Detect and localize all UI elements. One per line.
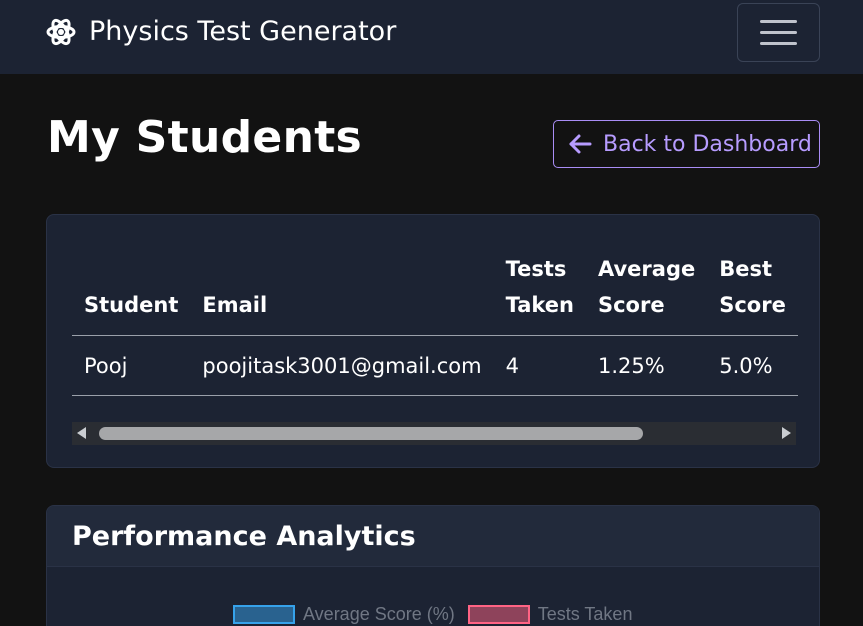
atom-icon <box>46 18 76 45</box>
analytics-card-header: Performance Analytics <box>47 506 819 567</box>
legend-item-average-score[interactable]: Average Score (%) <box>233 604 455 625</box>
tests-taken-cell: 4 <box>493 335 586 396</box>
scroll-right-arrow-icon[interactable] <box>782 427 791 439</box>
chart-legend: Average Score (%) Tests Taken <box>233 604 645 625</box>
hamburger-menu-icon <box>760 20 797 23</box>
table-header-row: Student Email Tests Taken Average Score … <box>72 251 798 336</box>
legend-label: Tests Taken <box>537 604 633 624</box>
legend-label: Average Score (%) <box>303 604 455 624</box>
average-score-cell: 1.25% <box>585 335 708 396</box>
legend-swatch <box>467 605 530 624</box>
arrow-left-icon <box>569 134 592 154</box>
column-header-best-score[interactable]: Best Score <box>707 251 798 336</box>
best-score-cell: 5.0% <box>707 335 798 396</box>
scroll-left-arrow-icon[interactable] <box>77 427 86 439</box>
page-title: My Students <box>47 112 363 163</box>
legend-item-tests-taken[interactable]: Tests Taken <box>467 604 633 625</box>
scrollbar-thumb[interactable] <box>99 427 643 440</box>
navbar: Physics Test Generator <box>0 0 863 74</box>
column-header-email[interactable]: Email <box>190 251 494 336</box>
navbar-toggle-button[interactable] <box>737 3 820 62</box>
students-card: Student Email Tests Taken Average Score … <box>46 214 820 468</box>
legend-swatch <box>233 605 295 624</box>
students-table: Student Email Tests Taken Average Score … <box>72 251 798 396</box>
brand-title: Physics Test Generator <box>89 16 397 47</box>
performance-analytics-card: Performance Analytics Average Score (%) … <box>46 505 820 626</box>
table-row[interactable]: Pooj poojitask3001@gmail.com 4 1.25% 5.0… <box>72 335 798 396</box>
column-header-tests-taken[interactable]: Tests Taken <box>493 251 586 336</box>
column-header-average-score[interactable]: Average Score <box>585 251 708 336</box>
student-name-cell: Pooj <box>72 335 191 396</box>
column-header-student[interactable]: Student <box>72 251 191 336</box>
horizontal-scrollbar[interactable] <box>72 422 796 445</box>
analytics-title: Performance Analytics <box>72 520 416 552</box>
student-email-cell: poojitask3001@gmail.com <box>190 335 494 396</box>
back-button-label: Back to Dashboard <box>603 131 812 157</box>
back-to-dashboard-button[interactable]: Back to Dashboard <box>553 120 820 168</box>
brand-link[interactable]: Physics Test Generator <box>46 16 396 47</box>
